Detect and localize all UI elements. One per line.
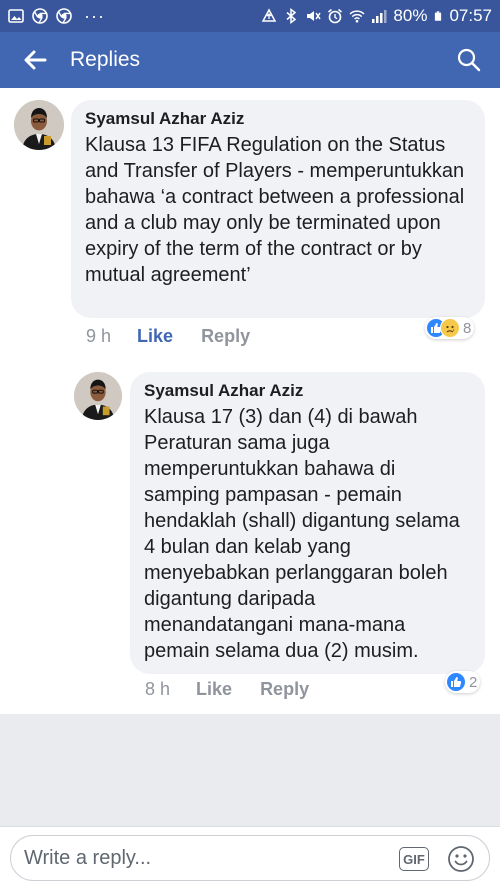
reply-button[interactable]: Reply: [260, 679, 309, 700]
sad-reaction-icon: [440, 318, 460, 338]
signal-icon: [372, 10, 387, 23]
like-button[interactable]: Like: [137, 326, 173, 347]
like-button[interactable]: Like: [196, 679, 232, 700]
mute-icon: [307, 11, 322, 21]
gallery-icon: [8, 9, 24, 23]
page-title: Replies: [70, 48, 141, 71]
status-bar: ··· 80% 07:57: [0, 0, 500, 32]
app-bar: Replies: [0, 32, 500, 88]
reply-placeholder: Write a reply...: [24, 847, 152, 869]
comment-bubble[interactable]: Syamsul Azhar Aziz Klausa 13 FIFA Regula…: [71, 100, 485, 318]
reply-input[interactable]: Write a reply... GIF: [10, 835, 490, 881]
comment-text: Klausa 13 FIFA Regulation on the Status …: [85, 134, 465, 286]
search-icon[interactable]: [456, 47, 482, 73]
upload-icon: [262, 8, 277, 22]
more-dots-icon: ···: [84, 6, 105, 26]
reaction-summary[interactable]: 8: [425, 317, 475, 339]
reply-button[interactable]: Reply: [201, 326, 250, 347]
alarm-icon: [328, 8, 343, 24]
back-button[interactable]: [0, 32, 70, 88]
back-arrow-icon: [24, 50, 47, 70]
comment-time: 9 h: [86, 326, 112, 346]
reaction-count: 2: [469, 673, 478, 691]
reaction-summary[interactable]: 2: [445, 671, 481, 693]
bluetooth-icon: [286, 8, 297, 24]
replies-thread: Syamsul Azhar Aziz Klausa 13 FIFA Regula…: [0, 88, 500, 714]
like-reaction-icon: [446, 672, 466, 692]
clock: 07:57: [449, 6, 492, 25]
comment-bubble[interactable]: Syamsul Azhar Aziz Klausa 17 (3) dan (4)…: [130, 372, 485, 674]
avatar-photo-icon: [14, 100, 64, 150]
gif-button[interactable]: GIF: [399, 847, 429, 871]
battery-icon: [435, 11, 442, 21]
comment-time: 8 h: [145, 679, 171, 699]
avatar[interactable]: [74, 372, 122, 420]
comment-text: Klausa 17 (3) dan (4) di bawah Peraturan…: [144, 406, 460, 662]
emoji-icon[interactable]: [447, 845, 475, 873]
reaction-count: 8: [463, 319, 472, 337]
avatar[interactable]: [14, 100, 64, 150]
avatar-photo-icon: [74, 372, 122, 420]
comment-author[interactable]: Syamsul Azhar Aziz: [144, 380, 469, 402]
reply-composer: Write a reply... GIF: [0, 826, 500, 889]
chrome-icon: [56, 8, 72, 24]
chrome-icon: [32, 8, 48, 24]
comment-author[interactable]: Syamsul Azhar Aziz: [85, 108, 469, 130]
comment-actions: 9 h Like Reply: [86, 326, 250, 347]
battery-percent: 80%: [393, 6, 428, 25]
comment-actions: 8 h Like Reply: [145, 679, 309, 700]
wifi-icon: [349, 10, 365, 23]
